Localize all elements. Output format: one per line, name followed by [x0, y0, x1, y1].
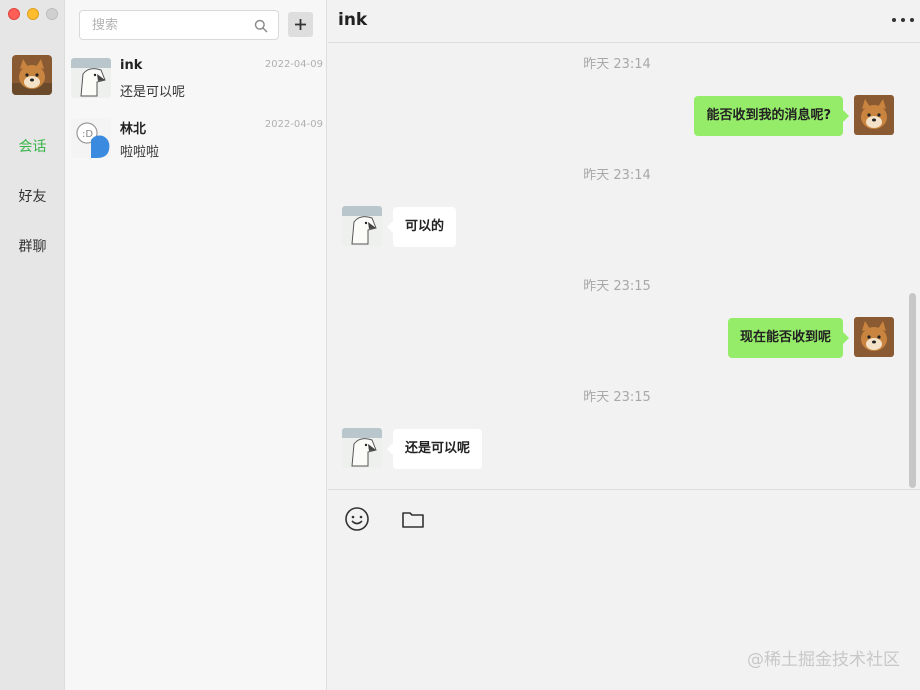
outgoing-message-bubble[interactable]: 能否收到我的消息呢?: [694, 96, 849, 136]
nav-item-friends[interactable]: 好友: [0, 186, 65, 206]
my-avatar[interactable]: [12, 55, 52, 95]
conversation-date: 2022-04-09: [264, 59, 323, 70]
more-dots-icon[interactable]: [892, 18, 914, 22]
watermark: @稀土掘金技术社区: [747, 650, 900, 670]
conversation-name: 林北: [120, 122, 147, 137]
chat-panel: ink 昨天 23:14 能否收到我的消息呢? 昨天 23:14 可以的 昨天 …: [328, 0, 920, 690]
incoming-message-bubble[interactable]: 还是可以呢: [386, 429, 483, 469]
nav-item-groups[interactable]: 群聊: [0, 236, 65, 256]
emoji-icon[interactable]: [344, 506, 370, 536]
add-conversation-button[interactable]: [288, 12, 313, 37]
svg-text::D: :D: [82, 129, 93, 140]
contact-message-avatar[interactable]: [342, 428, 382, 468]
incoming-message-bubble[interactable]: 可以的: [386, 207, 457, 247]
window-controls: [8, 8, 58, 20]
conversation-preview: 还是可以呢: [120, 85, 186, 100]
message-composer: @稀土掘金技术社区: [328, 489, 920, 690]
close-window-button[interactable]: [8, 8, 20, 20]
nav-rail: 会话 好友 群聊: [0, 0, 65, 690]
conversation-list-panel: ink 2022-04-09 还是可以呢 :D 林北 2022-04-09 啦啦…: [65, 0, 327, 690]
message-list: 昨天 23:14 能否收到我的消息呢? 昨天 23:14 可以的 昨天 23:1…: [328, 43, 920, 489]
conversation-item-ink[interactable]: ink 2022-04-09 还是可以呢: [65, 58, 327, 118]
conversation-date: 2022-04-09: [264, 119, 323, 130]
minimize-window-button[interactable]: [27, 8, 39, 20]
my-message-avatar[interactable]: [854, 317, 894, 357]
chat-title: ink: [338, 10, 368, 30]
contact-message-avatar[interactable]: [342, 206, 382, 246]
search-input[interactable]: [80, 11, 240, 39]
message-input[interactable]: [338, 542, 908, 642]
bird-avatar: [71, 58, 111, 98]
outgoing-message-bubble[interactable]: 现在能否收到呢: [727, 318, 850, 358]
folder-icon[interactable]: [400, 506, 426, 536]
conversation-preview: 啦啦啦: [120, 145, 160, 160]
zoom-window-button[interactable]: [46, 8, 58, 20]
message-timestamp: 昨天 23:15: [583, 390, 651, 405]
nav-item-sessions[interactable]: 会话: [0, 136, 65, 156]
chat-header: ink: [328, 0, 920, 43]
message-timestamp: 昨天 23:14: [583, 168, 651, 183]
blue-avatar: :D: [71, 118, 111, 158]
message-timestamp: 昨天 23:14: [583, 57, 651, 72]
my-message-avatar[interactable]: [854, 95, 894, 135]
search-icon[interactable]: [254, 18, 268, 37]
conversation-item-linbei[interactable]: :D 林北 2022-04-09 啦啦啦: [65, 118, 327, 178]
message-timestamp: 昨天 23:15: [583, 279, 651, 294]
conversation-name: ink: [120, 58, 143, 73]
message-scrollbar[interactable]: [909, 293, 916, 488]
search-box: [79, 10, 279, 40]
plus-icon: [295, 19, 306, 30]
